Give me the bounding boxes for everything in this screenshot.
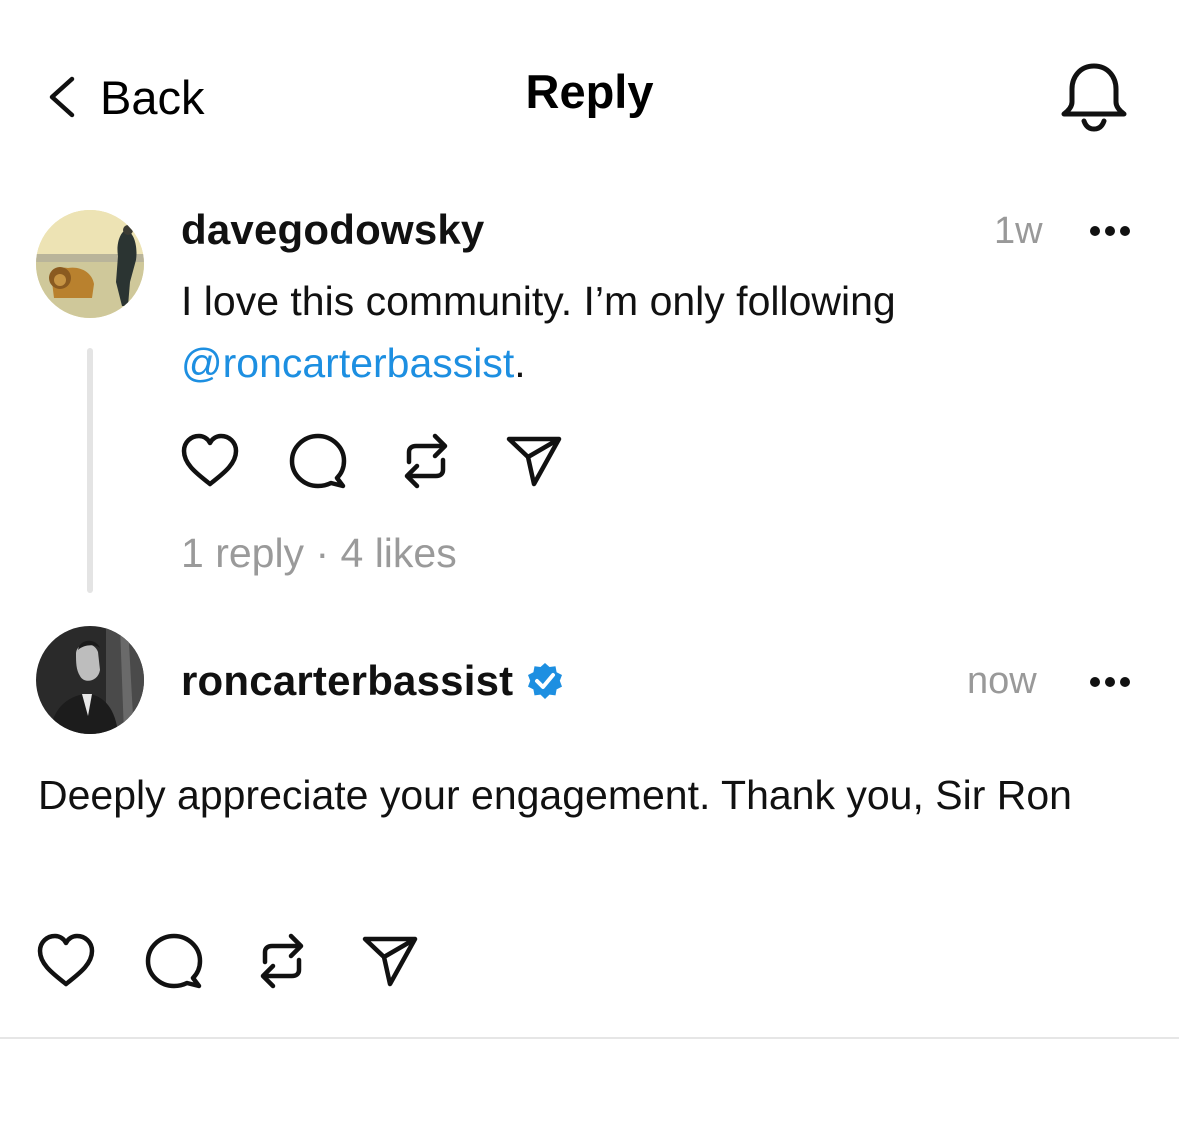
username[interactable]: roncarterbassist [181, 657, 513, 705]
comment-icon[interactable] [287, 430, 349, 492]
avatar-image [36, 626, 144, 734]
thread-line [87, 348, 93, 593]
bell-icon[interactable] [1058, 58, 1130, 134]
timestamp: 1w [994, 210, 1043, 252]
share-icon[interactable] [359, 930, 421, 992]
avatar-image [36, 210, 144, 318]
comment-icon[interactable] [143, 930, 205, 992]
share-icon[interactable] [503, 430, 565, 492]
repost-icon[interactable] [395, 430, 457, 492]
heart-icon[interactable] [179, 430, 241, 492]
username[interactable]: davegodowsky [181, 206, 485, 254]
post-text: I love this community. I’m only followin… [181, 270, 1081, 394]
reply-text: Deeply appreciate your engagement. Thank… [38, 772, 1072, 818]
more-icon[interactable] [1088, 675, 1132, 689]
repost-icon[interactable] [251, 930, 313, 992]
timestamp: now [967, 660, 1037, 702]
divider [0, 1037, 1179, 1039]
more-icon[interactable] [1088, 224, 1132, 238]
author-row: roncarterbassist [181, 657, 565, 705]
post-text-main: I love this community. I’m only followin… [181, 278, 896, 324]
heart-icon[interactable] [35, 930, 97, 992]
avatar-davegodowsky[interactable] [36, 210, 144, 318]
mention-link[interactable]: @roncarterbassist [181, 340, 514, 386]
post-stats[interactable]: 1 reply · 4 likes [181, 530, 457, 577]
post-text-end: . [514, 340, 526, 386]
avatar-roncarterbassist[interactable] [36, 626, 144, 734]
verified-badge-icon [528, 663, 563, 699]
page-title: Reply [525, 65, 654, 118]
